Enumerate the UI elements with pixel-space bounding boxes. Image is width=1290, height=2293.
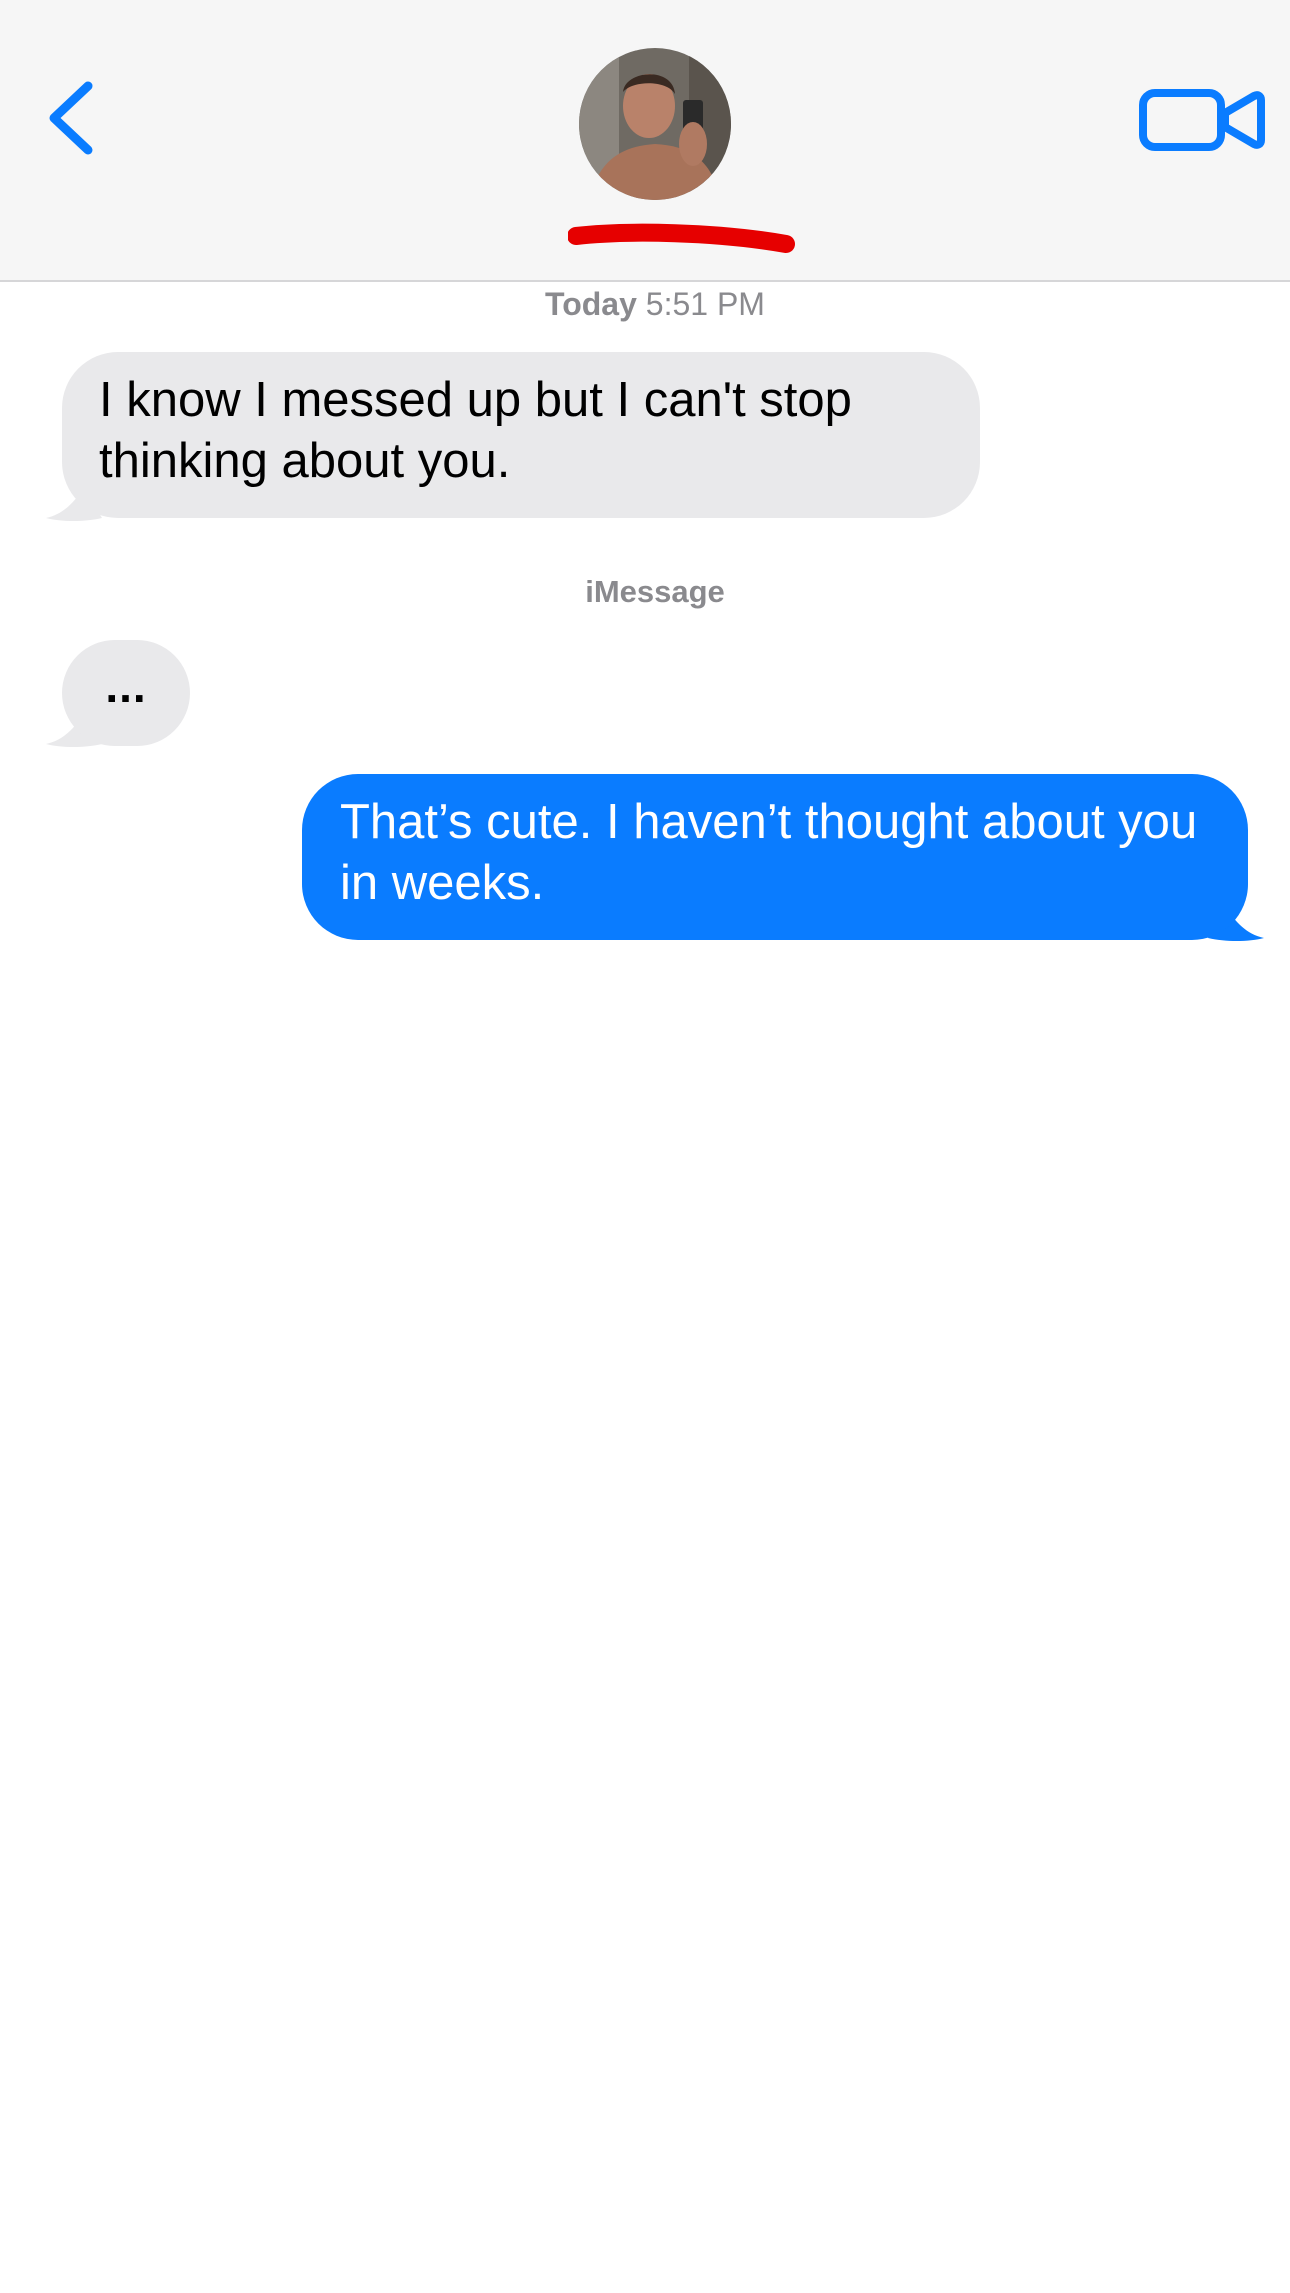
back-button[interactable]	[44, 78, 104, 158]
message-text: I know I messed up but I can't stop thin…	[99, 373, 852, 488]
imessage-label: iMessage	[585, 574, 725, 609]
video-call-button[interactable]	[1138, 88, 1266, 152]
message-timestamp: Today 5:51 PM	[0, 284, 1290, 324]
timestamp-time: 5:51 PM	[645, 286, 765, 322]
typing-indicator-bubble: ...	[62, 640, 190, 746]
redacted-contact-name	[568, 223, 795, 253]
contact-avatar[interactable]	[579, 48, 731, 200]
incoming-message-bubble[interactable]: I know I messed up but I can't stop thin…	[62, 352, 980, 518]
chevron-left-icon	[49, 81, 93, 155]
conversation-header	[0, 0, 1290, 282]
typing-dots: ...	[105, 660, 147, 712]
timestamp-day: Today	[545, 286, 637, 322]
video-camera-icon	[1139, 89, 1265, 151]
message-text: That’s cute. I haven’t thought about you…	[340, 795, 1198, 910]
outgoing-message-bubble[interactable]: That’s cute. I haven’t thought about you…	[302, 774, 1248, 940]
